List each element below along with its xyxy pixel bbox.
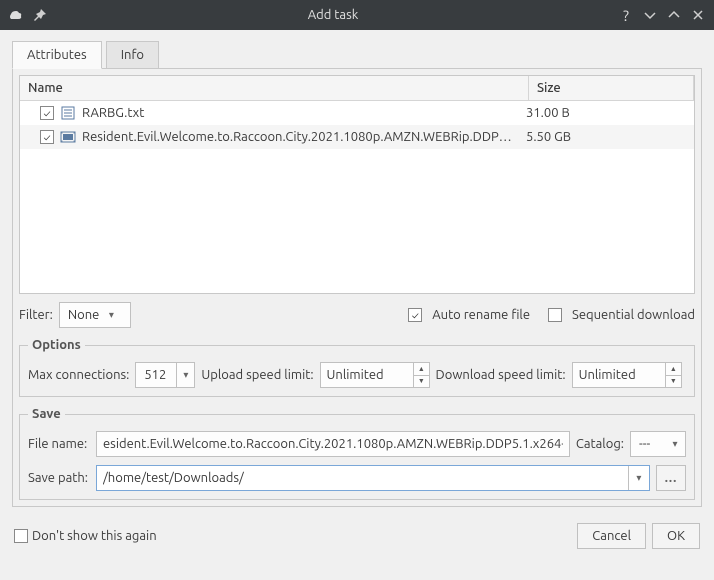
filter-row: Filter: None ▾ Auto rename file Sequenti… xyxy=(19,302,695,328)
options-legend: Options xyxy=(28,338,85,352)
tab-bar: Attributes Info xyxy=(12,41,702,69)
filename-label: File name: xyxy=(28,437,90,451)
chevron-down-icon: ▾ xyxy=(667,438,683,450)
save-legend: Save xyxy=(28,407,65,421)
savepath-label: Save path: xyxy=(28,471,90,485)
options-group: Options Max connections: 512 ▾ Upload sp… xyxy=(19,338,695,397)
video-icon xyxy=(60,129,76,145)
spin-up[interactable]: ▲ xyxy=(666,363,680,376)
download-limit-input[interactable]: ▲▼ xyxy=(572,362,682,388)
file-table-body: ✓ RARBG.txt 31.00 B ✓ Resident.Evil.Welc… xyxy=(20,101,694,293)
col-size[interactable]: Size xyxy=(529,76,694,100)
bottom-bar: Don't show this again Cancel OK xyxy=(0,515,714,557)
savepath-value[interactable] xyxy=(97,471,628,485)
row-checkbox[interactable]: ✓ xyxy=(40,106,54,120)
chevron-down-icon[interactable]: ▾ xyxy=(628,466,649,490)
window-title: Add task xyxy=(48,8,618,22)
max-connections-label: Max connections: xyxy=(28,368,129,382)
maximize-icon[interactable] xyxy=(666,7,682,23)
upload-limit-input[interactable]: ▲▼ xyxy=(320,362,430,388)
dont-show-label[interactable]: Don't show this again xyxy=(32,529,157,543)
row-size: 31.00 B xyxy=(526,106,686,120)
close-icon[interactable] xyxy=(690,7,706,23)
auto-rename-label[interactable]: Auto rename file xyxy=(432,308,530,322)
sequential-checkbox[interactable] xyxy=(548,308,562,322)
catalog-label: Catalog: xyxy=(576,437,624,451)
upload-limit-value[interactable] xyxy=(327,368,414,382)
catalog-value: --- xyxy=(639,437,650,451)
spin-buttons[interactable]: ▲▼ xyxy=(413,363,428,387)
sequential-label[interactable]: Sequential download xyxy=(572,308,695,322)
chevron-down-icon: ▾ xyxy=(103,309,119,321)
tab-info[interactable]: Info xyxy=(106,41,159,69)
catalog-select[interactable]: --- ▾ xyxy=(630,431,686,457)
row-checkbox[interactable]: ✓ xyxy=(40,130,54,144)
table-row[interactable]: ✓ Resident.Evil.Welcome.to.Raccoon.City.… xyxy=(20,125,694,149)
file-table: Name Size ✓ RARBG.txt 31.00 B ✓ xyxy=(19,75,695,294)
upload-limit-label: Upload speed limit: xyxy=(201,368,313,382)
savepath-input[interactable]: ▾ xyxy=(96,465,650,491)
row-filename: Resident.Evil.Welcome.to.Raccoon.City.20… xyxy=(82,130,526,144)
app-icon xyxy=(8,7,24,23)
filter-select[interactable]: None ▾ xyxy=(59,302,131,328)
table-row[interactable]: ✓ RARBG.txt 31.00 B xyxy=(20,101,694,125)
minimize-icon[interactable] xyxy=(642,7,658,23)
browse-button[interactable]: ... xyxy=(656,465,686,491)
row-size: 5.50 GB xyxy=(526,130,686,144)
ok-button[interactable]: OK xyxy=(652,523,700,549)
filename-input[interactable] xyxy=(96,431,570,457)
file-table-header: Name Size xyxy=(20,76,694,101)
row-filename: RARBG.txt xyxy=(82,106,526,120)
save-group: Save File name: Catalog: --- ▾ Save path… xyxy=(19,407,695,500)
dont-show-checkbox[interactable] xyxy=(14,529,28,543)
help-icon[interactable]: ? xyxy=(618,7,634,23)
spin-up[interactable]: ▲ xyxy=(414,363,428,376)
filter-label: Filter: xyxy=(19,308,53,322)
download-limit-value[interactable] xyxy=(579,368,666,382)
chevron-down-icon: ▾ xyxy=(176,363,194,387)
spin-down[interactable]: ▼ xyxy=(666,376,680,388)
max-connections-select[interactable]: 512 ▾ xyxy=(135,362,195,388)
auto-rename-checkbox[interactable] xyxy=(408,308,422,322)
titlebar: Add task ? xyxy=(0,0,714,30)
cancel-button[interactable]: Cancel xyxy=(577,523,646,549)
text-icon xyxy=(60,105,76,121)
download-limit-label: Download speed limit: xyxy=(436,368,566,382)
tab-attributes[interactable]: Attributes xyxy=(12,41,102,69)
tab-panel-attributes: Name Size ✓ RARBG.txt 31.00 B ✓ xyxy=(12,68,702,507)
filter-value: None xyxy=(68,308,100,322)
spin-down[interactable]: ▼ xyxy=(414,376,428,388)
filename-value[interactable] xyxy=(103,437,563,451)
pin-icon[interactable] xyxy=(32,7,48,23)
col-name[interactable]: Name xyxy=(20,76,529,100)
max-connections-value: 512 xyxy=(144,368,166,382)
spin-buttons[interactable]: ▲▼ xyxy=(665,363,680,387)
